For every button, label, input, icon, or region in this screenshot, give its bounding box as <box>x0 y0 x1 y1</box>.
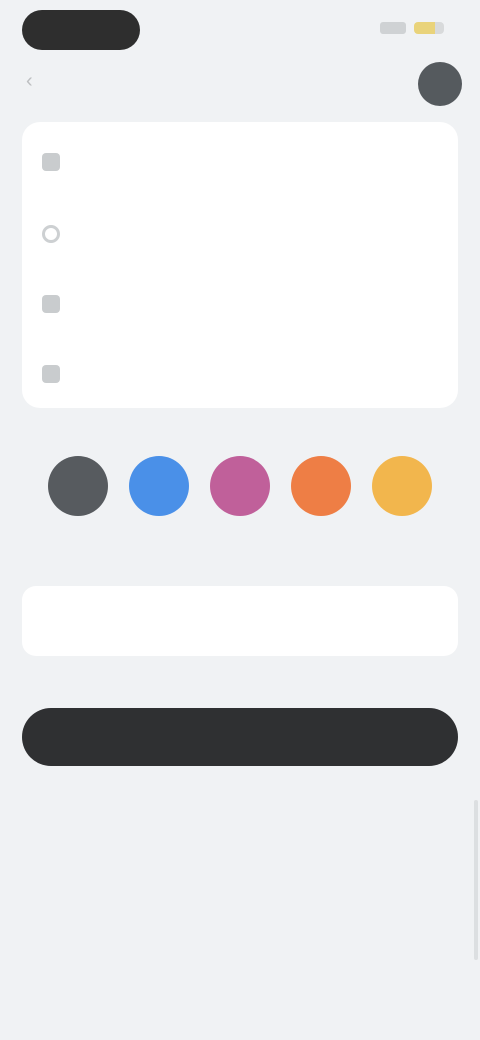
clock-icon <box>42 225 60 243</box>
option-item-3[interactable] <box>42 284 74 324</box>
scrollbar[interactable] <box>474 800 478 960</box>
document-icon <box>42 365 60 383</box>
text-field[interactable] <box>22 586 458 656</box>
option-item-4[interactable] <box>42 354 74 394</box>
color-swatch-row <box>48 456 432 520</box>
color-swatch-4[interactable] <box>291 456 351 516</box>
option-item-1[interactable] <box>42 142 74 182</box>
status-bar-pill <box>22 10 140 50</box>
color-swatch-1[interactable] <box>48 456 108 516</box>
color-swatch-2[interactable] <box>129 456 189 516</box>
status-indicators <box>380 22 444 34</box>
grid-icon <box>42 153 60 171</box>
option-item-2[interactable] <box>42 214 74 254</box>
options-card <box>22 122 458 408</box>
top-bar: ‹ <box>0 58 480 108</box>
image-icon <box>42 295 60 313</box>
avatar[interactable] <box>418 62 462 106</box>
footer-links <box>0 822 480 910</box>
battery-icon <box>414 22 444 34</box>
color-swatch-3[interactable] <box>210 456 270 516</box>
color-swatch-5[interactable] <box>372 456 432 516</box>
signal-icon <box>380 22 406 34</box>
chevron-left-icon[interactable]: ‹ <box>26 70 48 92</box>
primary-button[interactable] <box>22 708 458 766</box>
